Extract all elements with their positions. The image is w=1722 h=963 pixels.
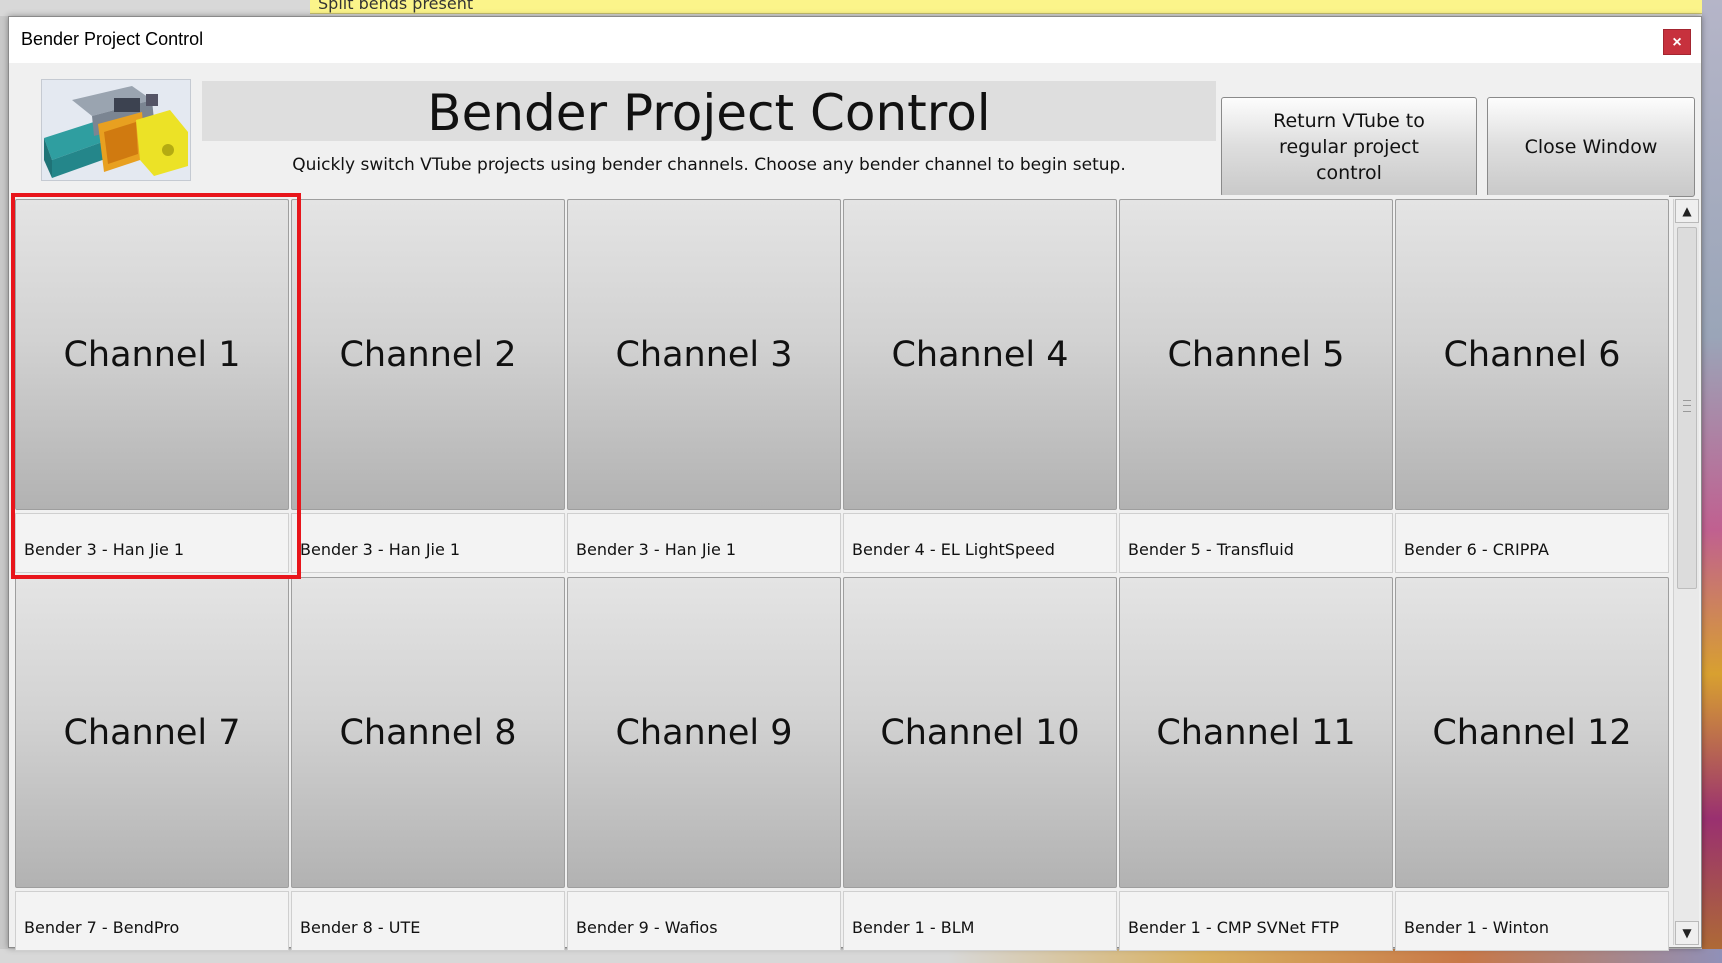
channel-button[interactable]: Channel 7 — [15, 577, 289, 888]
close-window-button-label: Close Window — [1524, 136, 1658, 158]
channel-bender-label: Bender 4 - EL LightSpeed — [843, 513, 1117, 573]
channel-button-label: Channel 5 — [1167, 334, 1345, 375]
channel-cell-10: Channel 10 Bender 1 - BLM — [843, 577, 1117, 951]
channel-button-label: Channel 3 — [615, 334, 793, 375]
channel-bender-label: Bender 9 - Wafios — [567, 891, 841, 951]
channel-button-label: Channel 4 — [891, 334, 1069, 375]
header-panel: Bender Project Control Quickly switch VT… — [9, 63, 1701, 211]
channel-cell-5: Channel 5 Bender 5 - Transfluid — [1119, 199, 1393, 573]
channel-cell-4: Channel 4 Bender 4 - EL LightSpeed — [843, 199, 1117, 573]
channel-button-label: Channel 12 — [1432, 712, 1632, 753]
channel-button[interactable]: Channel 12 — [1395, 577, 1669, 888]
banner-title-box: Bender Project Control — [202, 81, 1216, 142]
channel-button-label: Channel 10 — [880, 712, 1080, 753]
channel-button[interactable]: Channel 10 — [843, 577, 1117, 888]
channel-button[interactable]: Channel 9 — [567, 577, 841, 888]
channel-cell-3: Channel 3 Bender 3 - Han Jie 1 — [567, 199, 841, 573]
channel-bender-label: Bender 1 - Winton — [1395, 891, 1669, 951]
channel-button-label: Channel 6 — [1443, 334, 1621, 375]
channel-cell-11: Channel 11 Bender 1 - CMP SVNet FTP — [1119, 577, 1393, 951]
page-title: Bender Project Control — [427, 84, 991, 142]
return-vtube-button[interactable]: Return VTube to regular project control — [1221, 97, 1477, 197]
channel-bender-label: Bender 3 - Han Jie 1 — [291, 513, 565, 573]
channel-bender-label: Bender 3 - Han Jie 1 — [567, 513, 841, 573]
vertical-scrollbar[interactable]: ▲ ▼ — [1673, 199, 1699, 945]
channel-bender-label: Bender 1 - BLM — [843, 891, 1117, 951]
background-banner-text: Split bends present — [318, 0, 474, 13]
title-bar: Bender Project Control × — [9, 17, 1701, 63]
channel-button[interactable]: Channel 5 — [1119, 199, 1393, 510]
channel-button-label: Channel 1 — [63, 334, 241, 375]
channel-cell-12: Channel 12 Bender 1 - Winton — [1395, 577, 1669, 951]
channel-button-label: Channel 9 — [615, 712, 793, 753]
channel-button[interactable]: Channel 4 — [843, 199, 1117, 510]
channel-button[interactable]: Channel 3 — [567, 199, 841, 510]
channel-cell-2: Channel 2 Bender 3 - Han Jie 1 — [291, 199, 565, 573]
close-window-button[interactable]: Close Window — [1487, 97, 1695, 197]
channel-button-label: Channel 8 — [339, 712, 517, 753]
return-vtube-button-label: Return VTube to regular project control — [1273, 110, 1425, 184]
window-title: Bender Project Control — [21, 29, 204, 49]
channel-bender-label: Bender 7 - BendPro — [15, 891, 289, 951]
background-banner: Split bends present — [310, 0, 1722, 14]
scrollbar-grip-icon — [1683, 400, 1691, 412]
channel-button-label: Channel 7 — [63, 712, 241, 753]
bender-project-control-window: Bender Project Control × Bender Project … — [8, 16, 1702, 951]
channel-button[interactable]: Channel 8 — [291, 577, 565, 888]
channel-cell-8: Channel 8 Bender 8 - UTE — [291, 577, 565, 951]
channel-cell-6: Channel 6 Bender 6 - CRIPPA — [1395, 199, 1669, 573]
page-subtitle: Quickly switch VTube projects using bend… — [292, 155, 1126, 175]
channel-cell-1: Channel 1 Bender 3 - Han Jie 1 — [15, 199, 289, 573]
channel-button[interactable]: Channel 6 — [1395, 199, 1669, 510]
scroll-down-arrow-icon[interactable]: ▼ — [1675, 921, 1699, 945]
tube-bender-logo-icon — [41, 79, 191, 181]
channel-button[interactable]: Channel 1 — [15, 199, 289, 510]
channel-bender-label: Bender 8 - UTE — [291, 891, 565, 951]
channel-button-label: Channel 2 — [339, 334, 517, 375]
background-bottom-strip — [0, 949, 1722, 963]
channel-button-label: Channel 11 — [1156, 712, 1356, 753]
channel-bender-label: Bender 6 - CRIPPA — [1395, 513, 1669, 573]
channel-cell-9: Channel 9 Bender 9 - Wafios — [567, 577, 841, 951]
channel-bender-label: Bender 5 - Transfluid — [1119, 513, 1393, 573]
channel-button[interactable]: Channel 11 — [1119, 577, 1393, 888]
background-3d-view — [1702, 0, 1722, 963]
channel-bender-label: Bender 1 - CMP SVNet FTP — [1119, 891, 1393, 951]
channel-grid: Channel 1 Bender 3 - Han Jie 1 Channel 2… — [9, 195, 1669, 951]
channel-cell-7: Channel 7 Bender 7 - BendPro — [15, 577, 289, 951]
scroll-up-arrow-icon[interactable]: ▲ — [1675, 199, 1699, 223]
scrollbar-thumb[interactable] — [1677, 227, 1697, 589]
window-close-icon[interactable]: × — [1663, 29, 1691, 55]
channel-bender-label: Bender 3 - Han Jie 1 — [15, 513, 289, 573]
channel-button[interactable]: Channel 2 — [291, 199, 565, 510]
